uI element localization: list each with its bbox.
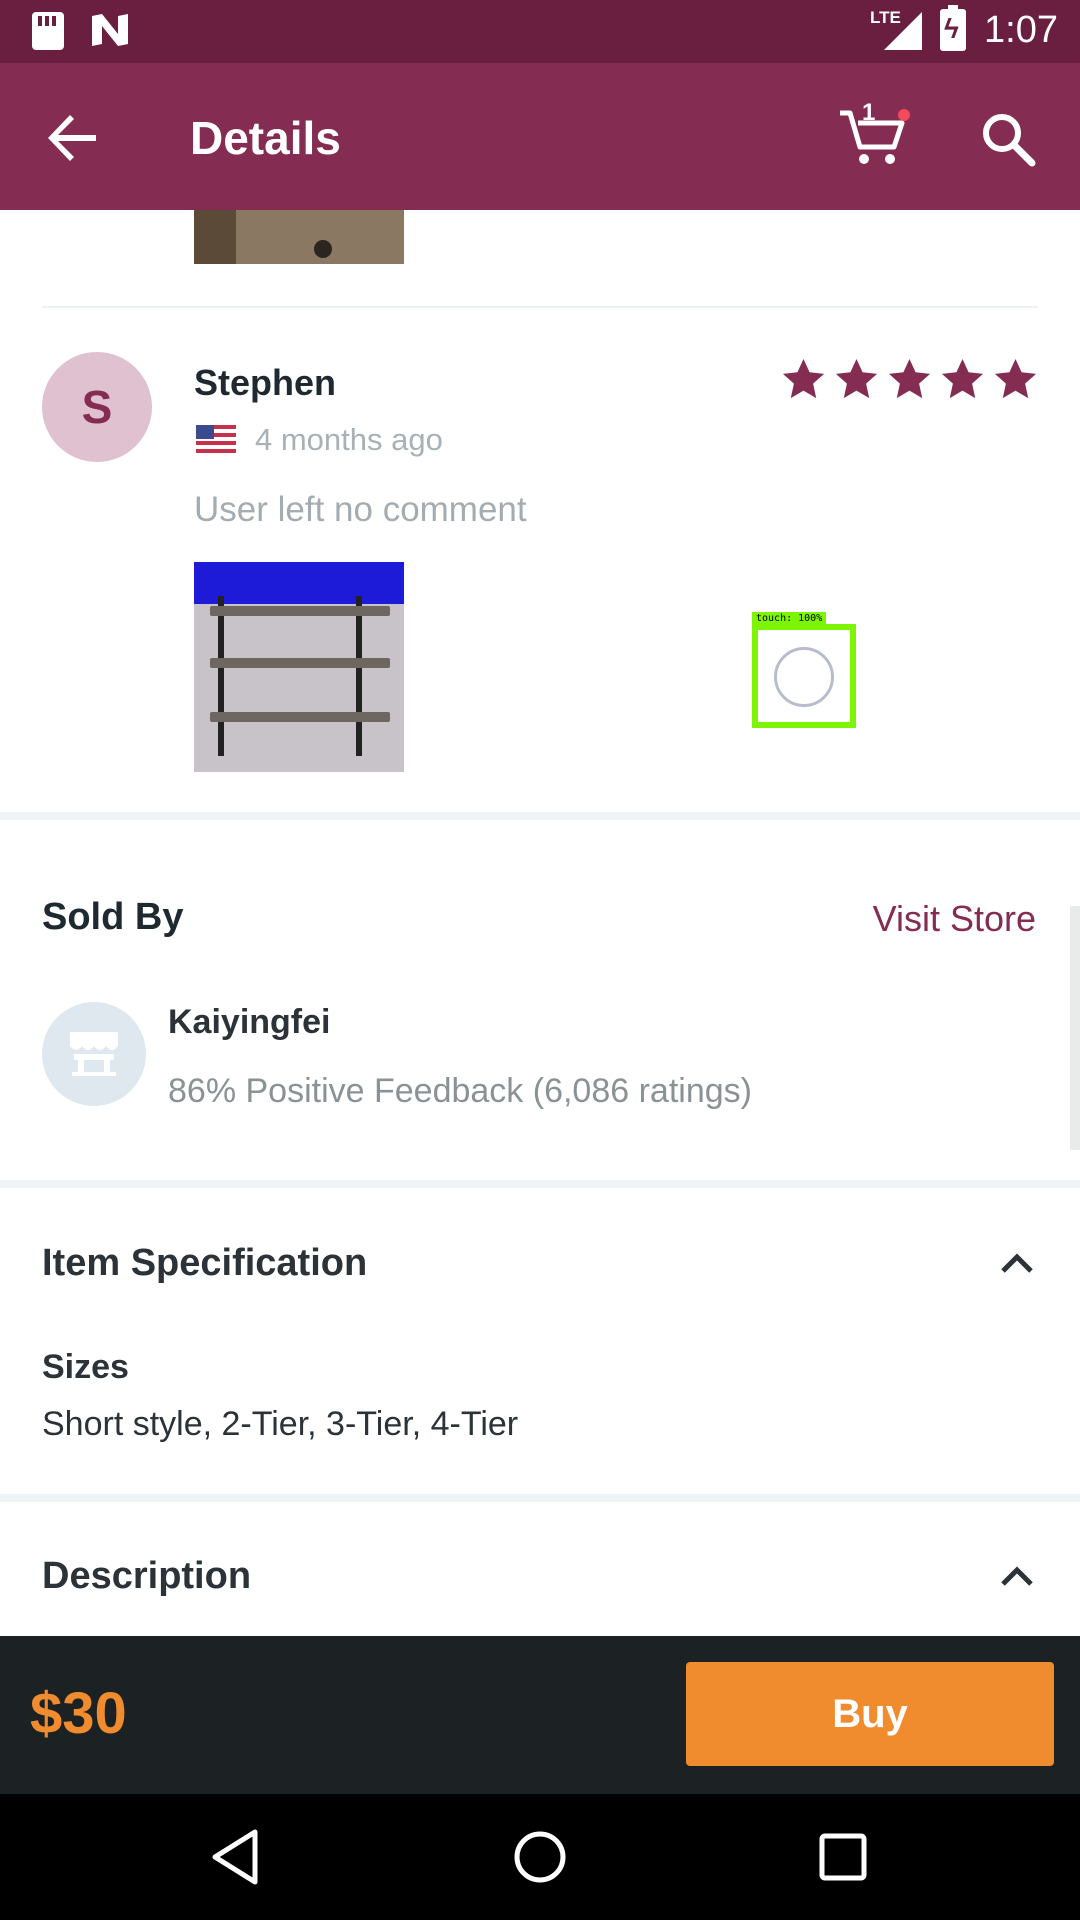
nav-back-icon[interactable] <box>203 1824 269 1890</box>
star-icon <box>835 358 878 399</box>
sizes-value: Short style, 2-Tier, 3-Tier, 4-Tier <box>42 1405 519 1443</box>
status-time: 1:07 <box>984 8 1058 51</box>
search-button[interactable] <box>980 111 1036 167</box>
store-feedback: 86% Positive Feedback (6,086 ratings) <box>168 1072 752 1110</box>
search-icon <box>983 114 1036 167</box>
reviewer-avatar: S <box>42 352 152 462</box>
section-divider <box>0 1180 1080 1188</box>
chevron-up-icon[interactable] <box>1000 1565 1034 1587</box>
visit-store-link[interactable]: Visit Store <box>873 898 1036 940</box>
app-bar: Details 1 <box>0 63 1080 210</box>
battery-charging-icon <box>940 5 967 51</box>
description-heading[interactable]: Description <box>42 1555 251 1598</box>
sizes-label: Sizes <box>42 1348 129 1386</box>
arrow-left-icon <box>48 115 96 161</box>
cart-count-badge: 1 <box>862 99 876 126</box>
scrollbar-thumb[interactable] <box>1070 906 1080 1150</box>
price: $30 <box>30 1681 127 1746</box>
signal-icon: LTE <box>870 8 923 52</box>
chevron-up-icon[interactable] <box>1000 1252 1034 1274</box>
section-divider <box>0 1494 1080 1502</box>
previous-review-photo[interactable] <box>194 210 404 264</box>
status-bar: LTE 1:07 <box>0 0 1080 63</box>
star-icon <box>782 358 825 399</box>
review-photo[interactable] <box>194 562 404 772</box>
review-rating <box>780 356 1039 403</box>
star-icon <box>994 358 1037 399</box>
touch-indicator <box>774 647 834 707</box>
nav-recents-icon[interactable] <box>810 1824 876 1890</box>
store-name[interactable]: Kaiyingfei <box>168 1003 330 1042</box>
review-time: 4 months ago <box>255 422 443 457</box>
section-divider <box>0 812 1080 820</box>
buy-button[interactable]: Buy <box>686 1662 1054 1766</box>
buy-bar: $30 Buy <box>0 1636 1080 1794</box>
review-comment: User left no comment <box>194 490 527 529</box>
page-title: Details <box>190 112 341 164</box>
sold-by-heading: Sold By <box>42 896 184 938</box>
review-divider <box>42 306 1038 308</box>
cart-notification-dot <box>898 109 910 121</box>
system-nav-bar <box>0 1794 1080 1920</box>
star-icon <box>941 358 984 399</box>
back-button[interactable] <box>46 111 100 165</box>
item-specification-heading[interactable]: Item Specification <box>42 1242 367 1285</box>
sd-card-icon <box>32 12 64 50</box>
star-icon <box>888 358 931 399</box>
storefront-icon <box>70 1032 118 1076</box>
store-avatar[interactable] <box>42 1002 146 1106</box>
reviewer-name: Stephen <box>194 362 337 403</box>
us-flag-icon <box>196 425 236 453</box>
nav-home-icon[interactable] <box>507 1824 573 1890</box>
notification-n-icon <box>90 12 130 48</box>
